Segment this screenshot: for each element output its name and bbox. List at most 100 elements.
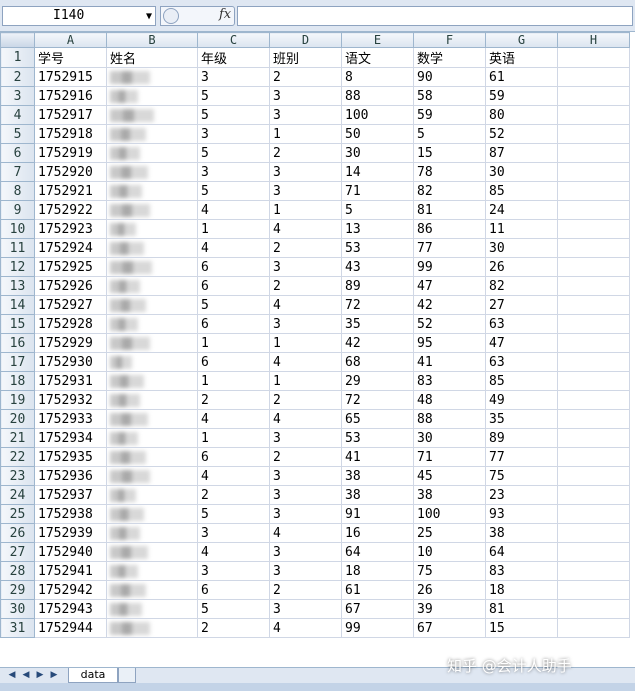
cell-empty[interactable] [557, 257, 630, 277]
cell-math[interactable]: 59 [413, 105, 486, 125]
cell-math[interactable]: 83 [413, 371, 486, 391]
cell-id[interactable]: 1752943 [34, 599, 107, 619]
cell-cls[interactable]: 3 [269, 181, 342, 201]
cell-grade[interactable]: 6 [197, 447, 270, 467]
cell-chinese[interactable]: 53 [341, 238, 414, 258]
cell-math[interactable]: 41 [413, 352, 486, 372]
cell-math[interactable]: 39 [413, 599, 486, 619]
cell-name-redacted[interactable] [106, 599, 198, 619]
cell-chinese[interactable]: 16 [341, 523, 414, 543]
row-header[interactable]: 25 [0, 504, 35, 524]
row-header[interactable]: 26 [0, 523, 35, 543]
cell-name-redacted[interactable] [106, 504, 198, 524]
row-header[interactable]: 31 [0, 618, 35, 638]
cell-grade[interactable]: 1 [197, 428, 270, 448]
cell-english[interactable]: 87 [485, 143, 558, 163]
cell-name-redacted[interactable] [106, 428, 198, 448]
cell-grade[interactable]: 6 [197, 580, 270, 600]
cell-grade[interactable]: 3 [197, 162, 270, 182]
cell-cls[interactable]: 4 [269, 295, 342, 315]
column-header-f[interactable]: F [413, 32, 486, 48]
cell-math[interactable]: 47 [413, 276, 486, 296]
cell-math[interactable]: 48 [413, 390, 486, 410]
column-header-b[interactable]: B [106, 32, 198, 48]
cell-cls[interactable]: 3 [269, 485, 342, 505]
cell-cls[interactable]: 3 [269, 105, 342, 125]
cell-empty[interactable] [557, 409, 630, 429]
cell-grade[interactable]: 6 [197, 314, 270, 334]
cell-name-redacted[interactable] [106, 390, 198, 410]
cell-english[interactable]: 35 [485, 409, 558, 429]
cell-name-redacted[interactable] [106, 162, 198, 182]
row-header[interactable]: 29 [0, 580, 35, 600]
cell-chinese[interactable]: 38 [341, 485, 414, 505]
cell-empty[interactable] [557, 466, 630, 486]
cell-header-class[interactable]: 班别 [269, 47, 342, 68]
cell-english[interactable]: 59 [485, 86, 558, 106]
cell-id[interactable]: 1752939 [34, 523, 107, 543]
cell-english[interactable]: 49 [485, 390, 558, 410]
cell-id[interactable]: 1752929 [34, 333, 107, 353]
cell-empty[interactable] [557, 67, 630, 87]
cell-id[interactable]: 1752924 [34, 238, 107, 258]
cell-chinese[interactable]: 38 [341, 466, 414, 486]
cell-math[interactable]: 100 [413, 504, 486, 524]
cell-math[interactable]: 26 [413, 580, 486, 600]
cell-empty[interactable] [557, 86, 630, 106]
cancel-circle-icon[interactable] [163, 8, 179, 24]
row-header[interactable]: 1 [0, 47, 35, 68]
cell-grade[interactable]: 3 [197, 67, 270, 87]
row-header[interactable]: 28 [0, 561, 35, 581]
cell-empty[interactable] [557, 314, 630, 334]
cell-cls[interactable]: 2 [269, 390, 342, 410]
cell-chinese[interactable]: 71 [341, 181, 414, 201]
cell-id[interactable]: 1752919 [34, 143, 107, 163]
cell-name-redacted[interactable] [106, 542, 198, 562]
cell-chinese[interactable]: 67 [341, 599, 414, 619]
cell-english[interactable]: 15 [485, 618, 558, 638]
cell-grade[interactable]: 5 [197, 105, 270, 125]
cell-id[interactable]: 1752931 [34, 371, 107, 391]
cell-name-redacted[interactable] [106, 105, 198, 125]
cell-math[interactable]: 95 [413, 333, 486, 353]
select-all-corner[interactable] [0, 32, 35, 48]
cell-chinese[interactable]: 8 [341, 67, 414, 87]
cell-empty[interactable] [557, 333, 630, 353]
cell-cls[interactable]: 3 [269, 257, 342, 277]
row-header[interactable]: 17 [0, 352, 35, 372]
cell-grade[interactable]: 4 [197, 542, 270, 562]
cell-english[interactable]: 82 [485, 276, 558, 296]
cell-chinese[interactable]: 89 [341, 276, 414, 296]
cell-math[interactable]: 81 [413, 200, 486, 220]
cell-id[interactable]: 1752915 [34, 67, 107, 87]
cell-english[interactable]: 26 [485, 257, 558, 277]
cell-english[interactable]: 64 [485, 542, 558, 562]
cell-english[interactable]: 75 [485, 466, 558, 486]
cell-empty[interactable] [557, 428, 630, 448]
cell-cls[interactable]: 3 [269, 86, 342, 106]
cell-header-english[interactable]: 英语 [485, 47, 558, 68]
cell-id[interactable]: 1752932 [34, 390, 107, 410]
cell-name-redacted[interactable] [106, 181, 198, 201]
cell-name-redacted[interactable] [106, 580, 198, 600]
cell-name-redacted[interactable] [106, 333, 198, 353]
cell-name-redacted[interactable] [106, 67, 198, 87]
row-header[interactable]: 16 [0, 333, 35, 353]
cell-empty[interactable] [557, 504, 630, 524]
cell-english[interactable]: 47 [485, 333, 558, 353]
insert-function-icon[interactable]: fx [219, 7, 231, 22]
column-header-c[interactable]: C [197, 32, 270, 48]
cell-chinese[interactable]: 88 [341, 86, 414, 106]
cell-english[interactable]: 61 [485, 67, 558, 87]
cell-name-redacted[interactable] [106, 485, 198, 505]
dropdown-arrow-icon[interactable]: ▼ [146, 8, 152, 26]
row-header[interactable]: 7 [0, 162, 35, 182]
cell-header-grade[interactable]: 年级 [197, 47, 270, 68]
cell-math[interactable]: 75 [413, 561, 486, 581]
cell-chinese[interactable]: 5 [341, 200, 414, 220]
cell-cls[interactable]: 4 [269, 618, 342, 638]
cell-name-redacted[interactable] [106, 314, 198, 334]
cell-cls[interactable]: 3 [269, 561, 342, 581]
cell-name-redacted[interactable] [106, 276, 198, 296]
cell-math[interactable]: 25 [413, 523, 486, 543]
